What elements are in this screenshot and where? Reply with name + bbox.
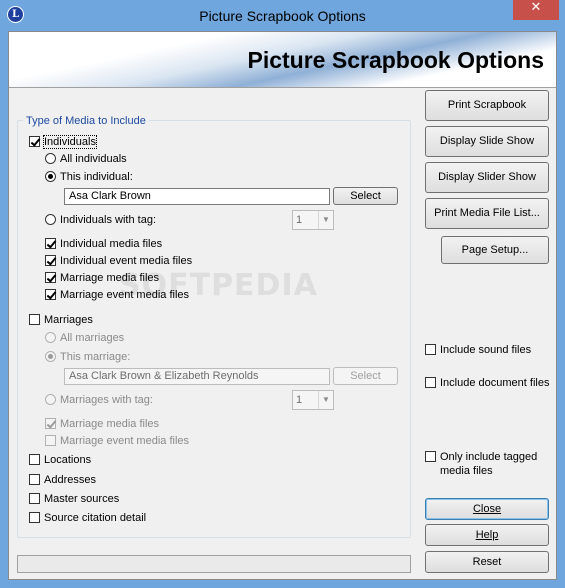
marriage-event-media-files-checkbox[interactable]: Marriage event media files <box>45 288 189 302</box>
addresses-label: Addresses <box>44 474 96 486</box>
dialog-window: L Picture Scrapbook Options ✕ Picture Sc… <box>0 0 565 588</box>
master-sources-label: Master sources <box>44 493 120 505</box>
this-individual-radio[interactable]: This individual: <box>45 170 133 184</box>
radio-icon <box>45 332 56 343</box>
marriage-event-media-files-disabled-checkbox: Marriage event media files <box>45 434 189 448</box>
select-marriage-button: Select <box>333 367 398 385</box>
marriages-with-tag-label: Marriages with tag: <box>60 394 153 406</box>
only-tagged-checkbox[interactable]: Only include tagged <box>425 450 537 464</box>
banner-title: Picture Scrapbook Options <box>247 47 545 73</box>
marriage-media-files-disabled-label: Marriage media files <box>60 418 160 430</box>
this-marriage-label: This marriage: <box>60 351 131 363</box>
page-setup-button[interactable]: Page Setup... <box>441 236 549 264</box>
display-slide-show-button[interactable]: Display Slide Show <box>425 126 549 157</box>
checkbox-checked-icon <box>45 255 56 266</box>
select-individual-button[interactable]: Select <box>333 187 398 205</box>
marriages-label: Marriages <box>44 314 93 326</box>
marriage-tag-value: 1 <box>296 394 303 406</box>
individual-name-field[interactable]: Asa Clark Brown <box>64 188 330 205</box>
only-tagged-label-line1: Only include tagged <box>440 451 538 463</box>
marriage-tag-dropdown: 1 ▼ <box>292 390 334 410</box>
source-citation-detail-label: Source citation detail <box>44 512 147 524</box>
radio-icon <box>45 394 56 405</box>
help-button[interactable]: Help <box>425 524 549 546</box>
checkbox-icon <box>29 474 40 485</box>
checkbox-icon <box>29 493 40 504</box>
print-scrapbook-button[interactable]: Print Scrapbook <box>425 90 549 121</box>
marriage-media-files-label: Marriage media files <box>60 272 160 284</box>
this-marriage-radio: This marriage: <box>45 350 130 364</box>
marriages-checkbox[interactable]: Marriages <box>29 313 93 327</box>
individual-media-files-label: Individual media files <box>60 238 163 250</box>
individual-event-media-files-label: Individual event media files <box>60 255 193 267</box>
individual-event-media-files-checkbox[interactable]: Individual event media files <box>45 254 192 268</box>
checkbox-icon <box>29 454 40 465</box>
display-slider-show-button[interactable]: Display Slider Show <box>425 162 549 193</box>
this-individual-label: This individual: <box>60 171 133 183</box>
marriage-media-files-checkbox[interactable]: Marriage media files <box>45 271 159 285</box>
checkbox-checked-icon <box>45 238 56 249</box>
checkbox-checked-icon <box>29 136 40 147</box>
include-sound-files-label: Include sound files <box>440 344 532 356</box>
title-bar[interactable]: L Picture Scrapbook Options ✕ <box>0 0 565 31</box>
source-citation-detail-checkbox[interactable]: Source citation detail <box>29 511 146 525</box>
checkbox-checked-icon <box>45 272 56 283</box>
include-sound-files-checkbox[interactable]: Include sound files <box>425 343 531 357</box>
close-button-label: Close <box>472 503 502 515</box>
individuals-label: Individuals <box>43 135 97 149</box>
locations-checkbox[interactable]: Locations <box>29 453 91 467</box>
radio-icon <box>45 153 56 164</box>
header-banner: Picture Scrapbook Options <box>9 32 556 87</box>
help-button-label: Help <box>475 529 499 541</box>
checkbox-checked-icon <box>45 289 56 300</box>
radio-selected-icon <box>45 351 56 362</box>
close-window-button[interactable]: ✕ <box>513 0 559 20</box>
locations-label: Locations <box>44 454 92 466</box>
individual-media-files-checkbox[interactable]: Individual media files <box>45 237 162 251</box>
reset-button[interactable]: Reset <box>425 551 549 573</box>
master-sources-checkbox[interactable]: Master sources <box>29 492 119 506</box>
individual-tag-value: 1 <box>296 214 303 226</box>
marriage-name-field: Asa Clark Brown & Elizabeth Reynolds <box>64 368 330 385</box>
individuals-with-tag-label: Individuals with tag: <box>60 214 156 226</box>
marriage-event-media-files-label: Marriage event media files <box>60 289 190 301</box>
checkbox-icon <box>425 344 436 355</box>
individuals-with-tag-radio[interactable]: Individuals with tag: <box>45 213 156 227</box>
marriage-media-files-disabled-checkbox: Marriage media files <box>45 417 159 431</box>
dialog-client: Picture Scrapbook Options Type of Media … <box>8 31 557 580</box>
close-button[interactable]: Close <box>425 498 549 520</box>
chevron-down-icon: ▼ <box>318 391 333 409</box>
radio-icon <box>45 214 56 225</box>
individual-tag-dropdown[interactable]: 1 ▼ <box>292 210 334 230</box>
group-legend: Type of Media to Include <box>23 115 149 127</box>
window-title: Picture Scrapbook Options <box>199 8 366 24</box>
chevron-down-icon: ▼ <box>318 211 333 229</box>
checkbox-icon <box>29 512 40 523</box>
checkbox-icon <box>29 314 40 325</box>
all-marriages-radio: All marriages <box>45 331 124 345</box>
individuals-checkbox[interactable]: Individuals <box>29 135 97 149</box>
print-media-file-list-button[interactable]: Print Media File List... <box>425 198 549 229</box>
checkbox-icon <box>425 451 436 462</box>
only-tagged-label-line2: media files <box>440 465 493 477</box>
progress-bar <box>17 555 411 573</box>
addresses-checkbox[interactable]: Addresses <box>29 473 96 487</box>
marriage-event-media-files-disabled-label: Marriage event media files <box>60 435 190 447</box>
only-tagged-label-line2-wrap: media files <box>440 464 493 478</box>
divider <box>9 87 556 88</box>
all-marriages-label: All marriages <box>60 332 125 344</box>
checkbox-checked-icon <box>45 418 56 429</box>
checkbox-icon <box>425 377 436 388</box>
marriages-with-tag-radio: Marriages with tag: <box>45 393 153 407</box>
include-document-files-checkbox[interactable]: Include document files <box>425 376 549 390</box>
radio-selected-icon <box>45 171 56 182</box>
include-document-files-label: Include document files <box>440 377 550 389</box>
all-individuals-radio[interactable]: All individuals <box>45 152 127 166</box>
all-individuals-label: All individuals <box>60 153 127 165</box>
checkbox-icon <box>45 435 56 446</box>
